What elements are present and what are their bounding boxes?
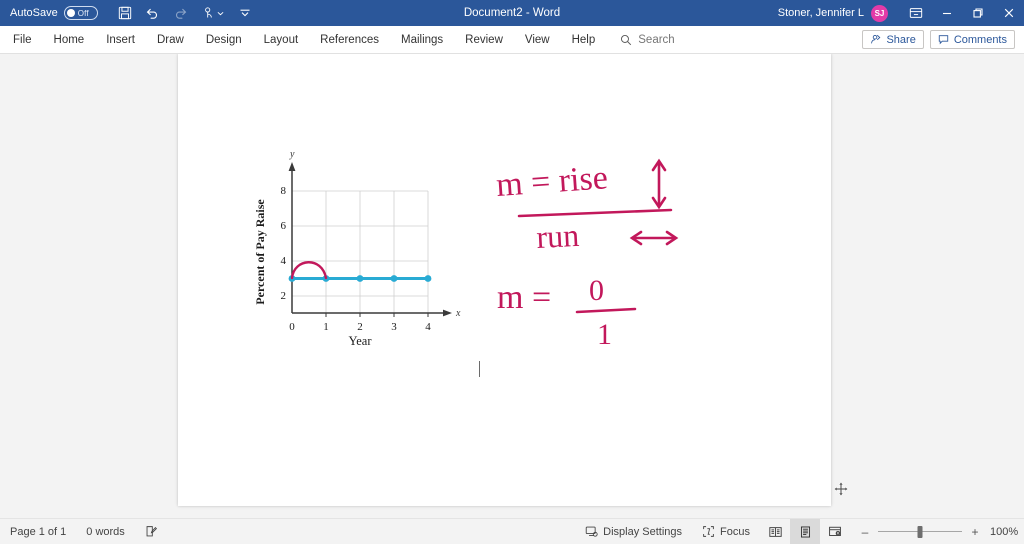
close-icon[interactable] — [993, 0, 1024, 26]
autosave-control[interactable]: AutoSave Off — [10, 6, 98, 20]
run-arrow-icon — [629, 230, 679, 246]
ribbon-display-options-icon[interactable] — [900, 0, 931, 26]
data-point-4 — [424, 275, 432, 282]
redo-icon[interactable] — [168, 2, 194, 24]
status-bar-right: Display Settings Focus – + 100% — [575, 518, 1024, 544]
y-tick-8: 8 — [281, 185, 287, 197]
zoom-level[interactable]: 100% — [990, 526, 1024, 538]
display-settings-label: Display Settings — [603, 525, 683, 538]
ink-fraction-bar-2 — [575, 307, 637, 314]
x-tick-2: 2 — [357, 321, 363, 333]
focus-button[interactable]: Focus — [692, 519, 760, 544]
ink-formula-line2: run — [535, 217, 579, 255]
x-tick-4: 4 — [425, 321, 431, 333]
comment-icon — [938, 35, 948, 45]
customize-quick-access-icon[interactable] — [232, 2, 258, 24]
user-name[interactable]: Stoner, Jennifer L — [778, 7, 864, 19]
data-point-3 — [390, 275, 398, 282]
text-cursor — [479, 361, 480, 377]
x-tick-1: 1 — [323, 321, 329, 333]
zoom-out-button[interactable]: – — [860, 525, 870, 539]
share-label: Share — [886, 33, 916, 46]
autosave-state: Off — [77, 8, 89, 18]
proofing-icon[interactable] — [135, 519, 168, 544]
ink-annotations: m = rise run m = 0 1 — [495, 158, 679, 348]
ink-fraction-bar-1 — [517, 208, 673, 218]
rise-arrow-icon — [651, 158, 667, 210]
chart-gridlines — [292, 190, 429, 313]
search-input[interactable]: Search — [638, 34, 674, 46]
word-window: AutoSave Off Document2 - Word Stoner, Je… — [0, 0, 1024, 544]
zoom-slider-handle[interactable] — [917, 525, 923, 538]
display-settings-button[interactable]: Display Settings — [575, 519, 692, 544]
title-bar: AutoSave Off Document2 - Word Stoner, Je… — [0, 0, 1024, 26]
run-arc-annotation — [290, 261, 328, 280]
chart-ylabel: Percent of Pay Raise — [253, 199, 267, 305]
ink-formula-line3: m = — [497, 279, 551, 316]
share-button[interactable]: Share — [862, 30, 924, 49]
tab-mailings[interactable]: Mailings — [390, 26, 454, 54]
y-axis-symbol: y — [289, 149, 295, 160]
comments-label: Comments — [953, 33, 1007, 46]
share-icon — [871, 34, 881, 44]
chart-xlabel: Year — [348, 334, 372, 346]
title-bar-right: Stoner, Jennifer L SJ — [778, 0, 1024, 26]
ink-formula-line1: m = rise — [495, 159, 609, 204]
avatar[interactable]: SJ — [871, 4, 888, 22]
minimize-icon[interactable] — [931, 0, 962, 26]
pay-raise-chart: y x 2 4 6 8 0 1 2 3 4 Year Percent of Pa… — [253, 149, 461, 346]
save-icon[interactable] — [112, 2, 138, 24]
tab-home[interactable]: Home — [43, 26, 96, 54]
x-tick-3: 3 — [391, 321, 397, 333]
autosave-label: AutoSave — [10, 7, 58, 19]
tab-view[interactable]: View — [514, 26, 561, 54]
comments-button[interactable]: Comments — [929, 30, 1015, 49]
search-box[interactable]: Search — [620, 34, 675, 46]
chart-axes — [291, 168, 446, 314]
zoom-slider[interactable] — [878, 525, 962, 538]
move-cursor-icon — [833, 481, 849, 497]
zoom-control: – + — [850, 525, 990, 539]
y-tick-4: 4 — [281, 255, 287, 267]
autosave-toggle[interactable]: Off — [63, 6, 98, 20]
read-mode-icon[interactable] — [760, 519, 790, 544]
x-tick-0: 0 — [289, 321, 295, 333]
document-canvas[interactable]: y x 2 4 6 8 0 1 2 3 4 Year Percent of Pa… — [0, 54, 1024, 518]
ribbon-tab-bar: File Home Insert Draw Design Layout Refe… — [0, 26, 1024, 54]
tab-layout[interactable]: Layout — [253, 26, 310, 54]
document-page[interactable]: y x 2 4 6 8 0 1 2 3 4 Year Percent of Pa… — [178, 54, 849, 506]
focus-icon — [703, 526, 714, 537]
display-settings-icon — [585, 526, 598, 537]
y-tick-6: 6 — [281, 220, 287, 232]
y-tick-2: 2 — [281, 290, 287, 302]
page-indicator[interactable]: Page 1 of 1 — [0, 519, 76, 544]
touch-mode-icon[interactable] — [196, 2, 230, 24]
ink-numerator: 0 — [589, 274, 604, 307]
tab-file[interactable]: File — [0, 26, 43, 54]
focus-label: Focus — [720, 525, 750, 538]
tab-help[interactable]: Help — [561, 26, 607, 54]
tab-design[interactable]: Design — [195, 26, 253, 54]
quick-access-toolbar — [112, 2, 258, 24]
tab-draw[interactable]: Draw — [146, 26, 195, 54]
tab-insert[interactable]: Insert — [95, 26, 146, 54]
print-layout-icon[interactable] — [790, 518, 820, 544]
status-bar: Page 1 of 1 0 words Display Settings Foc… — [0, 518, 1024, 544]
autosave-toggle-knob — [66, 9, 75, 17]
tab-review[interactable]: Review — [454, 26, 514, 54]
ribbon-right-actions: Share Comments — [862, 30, 1024, 49]
search-icon — [621, 34, 632, 45]
y-axis-arrowhead — [288, 162, 296, 171]
x-axis-arrowhead — [443, 309, 452, 317]
web-layout-icon[interactable] — [820, 519, 850, 544]
word-count[interactable]: 0 words — [76, 519, 135, 544]
restore-icon[interactable] — [962, 0, 993, 26]
tab-references[interactable]: References — [309, 26, 390, 54]
data-point-2 — [356, 275, 364, 282]
x-axis-symbol: x — [455, 308, 461, 319]
ink-denominator: 1 — [597, 318, 612, 348]
undo-icon[interactable] — [140, 2, 166, 24]
zoom-in-button[interactable]: + — [970, 525, 980, 539]
